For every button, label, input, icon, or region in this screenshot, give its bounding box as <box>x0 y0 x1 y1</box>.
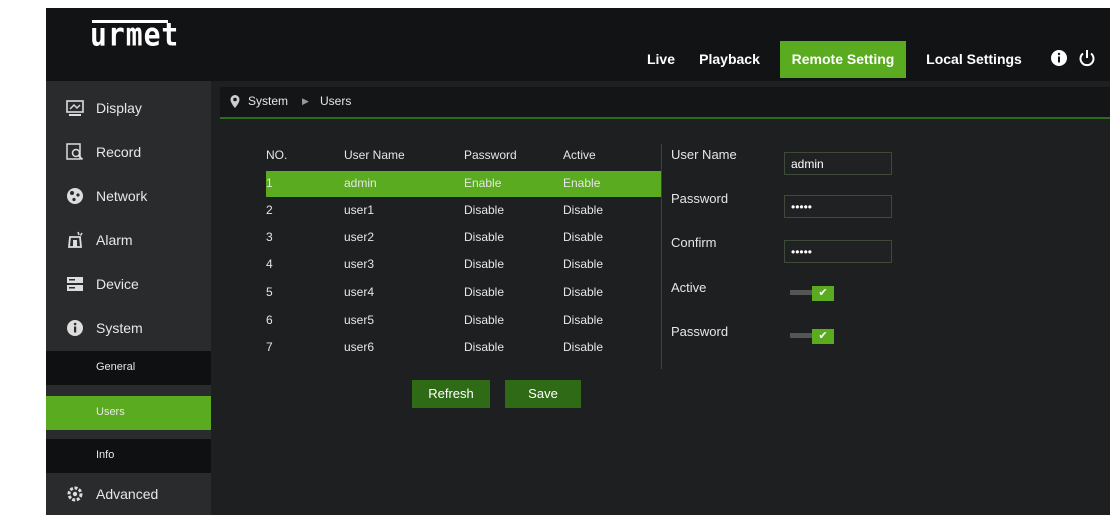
location-pin-icon <box>230 95 240 111</box>
cell-active: Disable <box>563 230 604 244</box>
cell-password: Disable <box>464 313 505 327</box>
sidebar-item-network[interactable]: Network <box>46 175 211 217</box>
breadcrumb-separator-icon: ▶ <box>302 96 309 106</box>
column-header-user-name: User Name <box>344 148 405 162</box>
nav-remote-setting[interactable]: Remote Setting <box>780 41 906 78</box>
sidebar-subitem-label: Users <box>96 406 125 418</box>
cell-user-name: user1 <box>344 203 375 217</box>
cell-password: Disable <box>464 230 505 244</box>
system-info-icon <box>66 319 84 337</box>
alarm-icon <box>66 231 84 249</box>
power-icon[interactable] <box>1077 48 1097 68</box>
sidebar-item-label: Device <box>96 276 139 292</box>
cell-password: Disable <box>464 257 505 271</box>
save-button[interactable]: Save <box>505 380 581 408</box>
password-toggle-label: Password <box>671 324 729 339</box>
sidebar-item-display[interactable]: Display <box>46 87 211 129</box>
password-label: Password <box>671 191 729 206</box>
nav-live[interactable]: Live <box>642 41 680 78</box>
cell-active: Disable <box>563 285 604 299</box>
cell-active: Disable <box>563 313 604 327</box>
device-icon <box>66 275 84 293</box>
sidebar-subitem-users[interactable]: Users <box>46 396 211 430</box>
nav-playback[interactable]: Playback <box>692 41 767 78</box>
user-name-input[interactable] <box>784 152 892 175</box>
sidebar-item-record[interactable]: Record <box>46 131 211 173</box>
column-header-active: Active <box>563 148 596 162</box>
cell-no: 3 <box>266 230 273 244</box>
sidebar: Display Record Network Alarm Device Syst… <box>46 81 211 515</box>
sidebar-item-label: System <box>96 320 143 336</box>
sidebar-item-system[interactable]: System <box>46 307 211 349</box>
password-input[interactable] <box>784 195 892 218</box>
sidebar-item-label: Advanced <box>96 486 159 502</box>
cell-no: 1 <box>266 176 273 190</box>
cell-no: 4 <box>266 257 273 271</box>
refresh-button[interactable]: Refresh <box>412 380 490 408</box>
cell-password: Disable <box>464 203 505 217</box>
cell-user-name: user6 <box>344 340 375 354</box>
column-header-no: NO. <box>266 148 288 162</box>
cell-user-name: user2 <box>344 230 375 244</box>
breadcrumb-system[interactable]: System <box>248 94 288 108</box>
sidebar-item-alarm[interactable]: Alarm <box>46 219 211 261</box>
sidebar-subitem-label: Info <box>96 449 115 461</box>
nav-local-settings[interactable]: Local Settings <box>918 41 1030 78</box>
dvr-app-window: urmet Live Playback Remote Setting Local… <box>46 8 1110 515</box>
cell-user-name: admin <box>344 176 377 190</box>
cell-no: 2 <box>266 203 273 217</box>
sidebar-item-label: Network <box>96 188 148 204</box>
active-label: Active <box>671 280 707 295</box>
sidebar-item-device[interactable]: Device <box>46 263 211 305</box>
breadcrumb: System ▶ Users <box>220 87 1110 119</box>
panel-divider <box>661 144 662 369</box>
password-enable-toggle[interactable]: ✔ <box>790 329 836 344</box>
cell-active: Disable <box>563 340 604 354</box>
cell-user-name: user4 <box>344 285 375 299</box>
sidebar-item-advanced[interactable]: Advanced <box>46 473 211 515</box>
display-icon <box>66 99 84 117</box>
cell-user-name: user5 <box>344 313 375 327</box>
cell-active: Disable <box>563 203 604 217</box>
cell-active: Enable <box>563 176 601 190</box>
user-name-label: User Name <box>671 147 737 162</box>
sidebar-subitem-label: General <box>96 361 136 373</box>
column-header-password: Password <box>464 148 517 162</box>
sidebar-subitem-general[interactable]: General <box>46 351 211 385</box>
cell-password: Disable <box>464 285 505 299</box>
record-icon <box>66 143 84 161</box>
gear-icon <box>66 485 84 503</box>
confirm-password-input[interactable] <box>784 240 892 263</box>
cell-no: 5 <box>266 285 273 299</box>
check-icon: ✔ <box>812 329 834 344</box>
cell-no: 6 <box>266 313 273 327</box>
cell-no: 7 <box>266 340 273 354</box>
brand-logo: urmet <box>90 15 180 54</box>
cell-active: Disable <box>563 257 604 271</box>
network-icon <box>66 187 84 205</box>
sidebar-item-label: Record <box>96 144 142 160</box>
sidebar-item-label: Display <box>96 100 142 116</box>
confirm-label: Confirm <box>671 235 717 250</box>
cell-password: Enable <box>464 176 502 190</box>
sidebar-subitem-info[interactable]: Info <box>46 439 211 473</box>
info-icon[interactable] <box>1049 48 1069 68</box>
active-toggle[interactable]: ✔ <box>790 286 836 301</box>
check-icon: ✔ <box>812 286 834 301</box>
cell-user-name: user3 <box>344 257 375 271</box>
sidebar-item-label: Alarm <box>96 232 133 248</box>
top-bar: urmet Live Playback Remote Setting Local… <box>46 8 1110 81</box>
breadcrumb-users: Users <box>320 94 352 108</box>
cell-password: Disable <box>464 340 505 354</box>
